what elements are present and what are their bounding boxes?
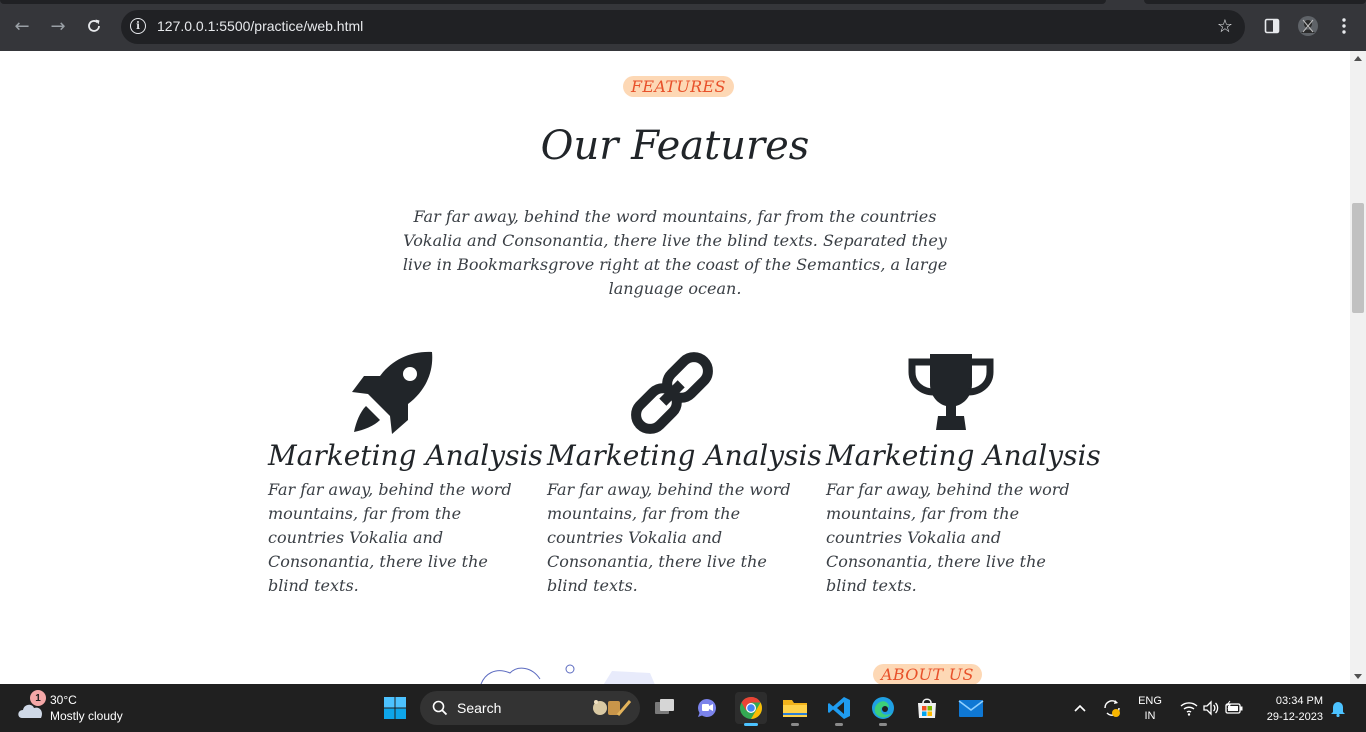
scroll-up-icon[interactable] xyxy=(1354,56,1362,61)
scrollbar-thumb[interactable] xyxy=(1352,203,1364,313)
chevron-up-icon xyxy=(1074,704,1086,712)
feature-text: Far far away, behind the word mountains,… xyxy=(547,480,791,595)
feature-title: Marketing Analysis xyxy=(268,439,543,472)
taskbar: 1 30°C Mostly cloudy Search ENG IN 03:34… xyxy=(0,684,1366,732)
active-app-indicator xyxy=(744,723,758,726)
browser-toolbar: ← → i 127.0.0.1:5500/practice/web.html ☆ xyxy=(0,0,1366,51)
volume-icon xyxy=(1203,700,1219,716)
taskbar-search[interactable]: Search xyxy=(420,691,640,725)
language-region: IN xyxy=(1144,710,1156,722)
search-label: Search xyxy=(457,700,502,716)
url-text[interactable]: 127.0.0.1:5500/practice/web.html xyxy=(157,18,363,34)
site-info-icon[interactable]: i xyxy=(130,18,146,34)
weather-temperature: 30°C xyxy=(50,693,77,707)
feature-title: Marketing Analysis xyxy=(547,439,822,472)
sync-status-button[interactable] xyxy=(1096,692,1128,724)
search-icon xyxy=(432,700,448,716)
link-icon xyxy=(631,352,713,434)
profile-button[interactable] xyxy=(1296,14,1320,38)
running-app-indicator xyxy=(835,723,843,726)
arrow-left-icon: ← xyxy=(14,15,30,37)
taskbar-app-vscode[interactable] xyxy=(823,692,855,726)
chrome-icon xyxy=(740,697,762,719)
language-code: ENG xyxy=(1138,695,1162,707)
windows-logo-icon xyxy=(384,697,406,719)
folder-icon xyxy=(783,700,807,717)
feature-card: Marketing Analysis Far far away, behind … xyxy=(826,349,1101,598)
show-hidden-icons-button[interactable] xyxy=(1064,692,1096,724)
tab-strip-edge xyxy=(0,0,1106,4)
store-icon xyxy=(918,698,936,718)
forward-button[interactable]: → xyxy=(46,14,70,38)
tab-strip-edge xyxy=(1144,0,1366,4)
kebab-menu-icon xyxy=(1342,18,1346,34)
search-highlight-icon xyxy=(593,700,632,716)
web-page: FEATURES Our Features Far far away, behi… xyxy=(0,51,1350,684)
feature-text: Far far away, behind the word mountains,… xyxy=(268,480,512,595)
feature-title: Marketing Analysis xyxy=(826,439,1101,472)
back-button[interactable]: ← xyxy=(10,14,34,38)
running-app-indicator xyxy=(791,723,799,726)
arrow-right-icon: → xyxy=(50,15,66,37)
about-badge: ABOUT US xyxy=(873,664,982,684)
taskbar-app-file-explorer[interactable] xyxy=(779,692,811,726)
bell-icon xyxy=(1331,702,1345,717)
battery-icon xyxy=(1225,700,1243,714)
edge-icon xyxy=(872,697,894,719)
scroll-down-icon[interactable] xyxy=(1354,674,1362,679)
quick-settings-button[interactable] xyxy=(1174,692,1250,724)
sync-warning-icon xyxy=(1104,700,1120,717)
trophy-icon xyxy=(908,354,994,430)
system-clock[interactable]: 03:34 PM 29-12-2023 xyxy=(1267,693,1323,725)
bookmark-star-icon[interactable]: ☆ xyxy=(1217,16,1233,37)
taskbar-app-edge[interactable] xyxy=(867,692,899,726)
reload-button[interactable] xyxy=(82,14,106,38)
decorative-illustration xyxy=(480,664,655,684)
rocket-icon xyxy=(352,351,433,434)
wifi-icon xyxy=(1180,702,1198,716)
weather-widget[interactable]: 1 30°C Mostly cloudy xyxy=(16,690,146,726)
taskbar-app-store[interactable] xyxy=(911,692,943,724)
feature-card: Marketing Analysis Far far away, behind … xyxy=(268,349,543,598)
language-indicator[interactable]: ENG IN xyxy=(1134,694,1166,724)
clock-date: 29-12-2023 xyxy=(1266,711,1323,723)
chat-icon xyxy=(697,699,716,718)
task-view-icon xyxy=(655,699,674,714)
taskbar-app-chrome[interactable] xyxy=(735,692,767,726)
mail-icon xyxy=(958,700,984,717)
feature-text: Far far away, behind the word mountains,… xyxy=(826,480,1070,595)
clock-time: 03:34 PM xyxy=(1275,695,1323,707)
feature-card: Marketing Analysis Far far away, behind … xyxy=(547,349,822,598)
side-panel-icon xyxy=(1264,18,1280,34)
reload-icon xyxy=(88,19,100,32)
running-app-indicator xyxy=(879,723,887,726)
browser-menu-button[interactable] xyxy=(1332,14,1356,38)
features-badge: FEATURES xyxy=(623,76,734,97)
weather-notification-badge: 1 xyxy=(30,690,46,706)
section-intro: Far far away, behind the word mountains,… xyxy=(402,207,948,298)
weather-condition: Mostly cloudy xyxy=(50,709,123,723)
teams-chat-button[interactable] xyxy=(691,692,723,724)
vscode-icon xyxy=(828,697,850,719)
notifications-button[interactable] xyxy=(1326,692,1350,724)
side-panel-button[interactable] xyxy=(1260,14,1284,38)
taskbar-app-mail[interactable] xyxy=(955,692,987,724)
task-view-button[interactable] xyxy=(648,692,680,724)
section-title: Our Features xyxy=(540,123,810,169)
address-bar[interactable]: i 127.0.0.1:5500/practice/web.html ☆ xyxy=(121,10,1245,44)
avatar xyxy=(1298,16,1318,36)
start-button[interactable] xyxy=(379,692,411,724)
page-scrollbar[interactable] xyxy=(1350,51,1366,684)
